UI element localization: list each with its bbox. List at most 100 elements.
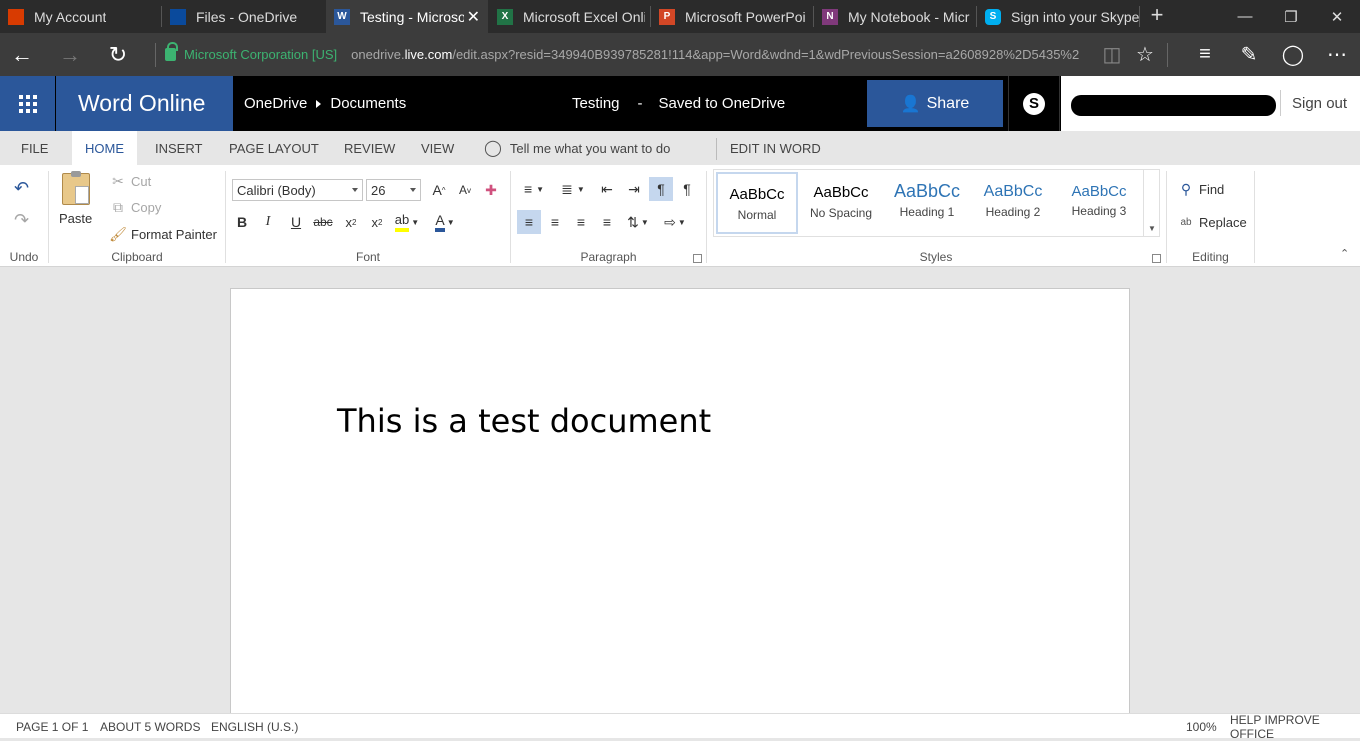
underline-icon[interactable]: U bbox=[284, 210, 308, 234]
more-icon[interactable]: ⋯ bbox=[1317, 33, 1357, 76]
document-page[interactable]: This is a test document bbox=[230, 288, 1130, 713]
lock-icon bbox=[165, 42, 178, 61]
redacted-user-name bbox=[1071, 95, 1276, 116]
numbering-icon[interactable]: ≣ ▼ bbox=[555, 177, 591, 201]
tab-view[interactable]: VIEW bbox=[421, 131, 454, 165]
grow-font-icon[interactable]: A ^ bbox=[427, 178, 451, 202]
align-center-icon[interactable]: ≡ bbox=[543, 210, 567, 234]
app-name[interactable]: Word Online bbox=[56, 76, 233, 131]
collapse-ribbon-icon[interactable]: ⌃ bbox=[1340, 247, 1349, 260]
ltr-paragraph-icon[interactable]: ¶ bbox=[649, 177, 673, 201]
subscript-icon[interactable]: x2 bbox=[339, 210, 363, 234]
url-prefix: onedrive. bbox=[351, 47, 405, 62]
tab-file[interactable]: FILE bbox=[21, 131, 48, 165]
highlight-color-icon[interactable]: ab ▼ bbox=[392, 210, 422, 234]
shrink-font-icon[interactable]: Av bbox=[453, 178, 477, 202]
paragraph-spacing-icon[interactable]: ⇨ ▼ bbox=[659, 210, 691, 234]
editing-group: ⚲ Find ab Replace Editing bbox=[1167, 165, 1254, 267]
style-heading-2[interactable]: AaBbCc Heading 2 bbox=[972, 172, 1054, 234]
word-count[interactable]: ABOUT 5 WORDS bbox=[100, 714, 200, 739]
bullets-icon[interactable]: ≡ ▼ bbox=[517, 177, 551, 201]
style-name: Heading 2 bbox=[985, 205, 1041, 219]
format-painter-button[interactable]: 🖌 Format Painter bbox=[109, 225, 217, 243]
browser-tab-powerpoint[interactable]: P Microsoft PowerPoint bbox=[651, 0, 813, 33]
tab-home[interactable]: HOME bbox=[72, 131, 137, 165]
skype-icon: S bbox=[1023, 92, 1045, 115]
browser-tab-excel[interactable]: X Microsoft Excel Onlin bbox=[489, 0, 650, 33]
clipboard-icon bbox=[61, 171, 90, 205]
tab-page-layout[interactable]: PAGE LAYOUT bbox=[229, 131, 319, 165]
browser-tab-testing[interactable]: W Testing - Microso ✕ bbox=[326, 0, 488, 33]
new-tab-button[interactable]: + bbox=[1146, 3, 1168, 29]
font-family-select[interactable]: Calibri (Body) bbox=[232, 179, 363, 201]
line-spacing-icon[interactable]: ⇅ ▼ bbox=[623, 210, 653, 234]
breadcrumb-documents[interactable]: Documents bbox=[330, 95, 406, 112]
powerpoint-icon: P bbox=[659, 8, 675, 25]
style-heading-1[interactable]: AaBbCc Heading 1 bbox=[886, 172, 968, 234]
back-button[interactable]: ← bbox=[0, 33, 44, 76]
browser-tab-my-account[interactable]: My Account bbox=[0, 0, 161, 33]
app-launcher-button[interactable] bbox=[0, 76, 55, 131]
font-size-select[interactable]: 26 bbox=[366, 179, 421, 201]
styles-more-icon[interactable]: ▼ bbox=[1143, 169, 1160, 237]
document-body-text[interactable]: This is a test document bbox=[337, 402, 711, 440]
align-right-icon[interactable]: ≡ bbox=[569, 210, 593, 234]
superscript-icon[interactable]: x2 bbox=[365, 210, 389, 234]
close-tab-icon[interactable]: ✕ bbox=[467, 7, 480, 27]
minimize-button[interactable]: — bbox=[1222, 0, 1268, 33]
web-note-icon[interactable]: ✎ bbox=[1229, 33, 1269, 76]
style-sample: AaBbCc bbox=[813, 184, 869, 201]
share-button[interactable]: 👤 Share bbox=[867, 80, 1003, 127]
style-no-spacing[interactable]: AaBbCc No Spacing bbox=[800, 172, 882, 234]
close-window-button[interactable]: ✕ bbox=[1314, 0, 1360, 33]
tab-edit-in-word[interactable]: EDIT IN WORD bbox=[730, 131, 821, 165]
style-sample: AaBbCc bbox=[893, 181, 961, 201]
replace-button[interactable]: ab Replace bbox=[1177, 213, 1246, 231]
paintbrush-icon: 🖌 bbox=[109, 225, 127, 242]
hub-icon[interactable]: ≡ bbox=[1185, 33, 1225, 76]
copy-button[interactable]: ⧉ Copy bbox=[109, 198, 161, 216]
redo-icon[interactable]: ↷ bbox=[14, 210, 29, 231]
align-left-icon[interactable]: ≡ bbox=[517, 210, 541, 234]
font-color-icon[interactable]: A ▼ bbox=[430, 210, 460, 234]
favorite-star-icon[interactable]: ☆ bbox=[1125, 33, 1165, 76]
breadcrumb-onedrive[interactable]: OneDrive bbox=[244, 95, 307, 112]
sign-out-link[interactable]: Sign out bbox=[1292, 76, 1347, 131]
zoom-level[interactable]: 100% bbox=[1186, 714, 1217, 739]
rtl-paragraph-icon[interactable]: ¶ bbox=[675, 177, 699, 201]
restore-button[interactable]: ❐ bbox=[1268, 0, 1314, 33]
browser-tab-skype[interactable]: S Sign into your Skype bbox=[977, 0, 1139, 33]
share-icon[interactable]: ◯ bbox=[1273, 33, 1313, 76]
cut-button[interactable]: ✂ Cut bbox=[109, 172, 151, 190]
url-field[interactable]: Microsoft Corporation [US] onedrive. live… bbox=[165, 33, 1079, 76]
language-indicator[interactable]: ENGLISH (U.S.) bbox=[211, 714, 298, 739]
style-name: No Spacing bbox=[809, 206, 873, 220]
document-title[interactable]: Testing bbox=[572, 95, 620, 112]
forward-button[interactable]: → bbox=[48, 33, 92, 76]
increase-indent-icon[interactable]: ⇥ bbox=[622, 177, 646, 201]
paragraph-dialog-launcher-icon[interactable] bbox=[693, 254, 702, 263]
decrease-indent-icon[interactable]: ⇤ bbox=[595, 177, 619, 201]
styles-dialog-launcher-icon[interactable] bbox=[1152, 254, 1161, 263]
style-normal[interactable]: AaBbCc Normal bbox=[716, 172, 798, 234]
clear-formatting-icon[interactable]: ✚ bbox=[479, 178, 503, 202]
italic-icon[interactable]: I bbox=[256, 210, 280, 234]
tab-insert[interactable]: INSERT bbox=[155, 131, 202, 165]
help-improve-office-link[interactable]: HELP IMPROVE OFFICE bbox=[1230, 713, 1360, 741]
browser-tab-files-onedrive[interactable]: Files - OneDrive bbox=[162, 0, 325, 33]
skype-button[interactable]: S bbox=[1008, 76, 1060, 131]
paste-button[interactable]: Paste bbox=[59, 171, 92, 226]
paragraph-group: ≡ ▼ ≣ ▼ ⇤ ⇥ ¶ ¶ ≡ ≡ ≡ ≡ ⇅ ▼ ⇨ ▼ Paragraph bbox=[511, 165, 706, 267]
style-heading-3[interactable]: AaBbCc Heading 3 bbox=[1058, 172, 1140, 234]
find-button[interactable]: ⚲ Find bbox=[1177, 180, 1224, 198]
tell-me-box[interactable]: ◯ Tell me what you want to do bbox=[484, 131, 670, 165]
tab-review[interactable]: REVIEW bbox=[344, 131, 395, 165]
justify-icon[interactable]: ≡ bbox=[595, 210, 619, 234]
url-path: /edit.aspx?resid=349940B939785281!114&ap… bbox=[452, 47, 1080, 62]
style-name: Normal bbox=[737, 208, 777, 222]
browser-tab-onenote[interactable]: N My Notebook - Micro bbox=[814, 0, 976, 33]
bold-icon[interactable]: B bbox=[230, 210, 254, 234]
undo-icon[interactable]: ↶ bbox=[14, 178, 29, 199]
refresh-button[interactable]: ↻ bbox=[96, 33, 140, 76]
strikethrough-icon[interactable]: abc bbox=[311, 210, 335, 234]
